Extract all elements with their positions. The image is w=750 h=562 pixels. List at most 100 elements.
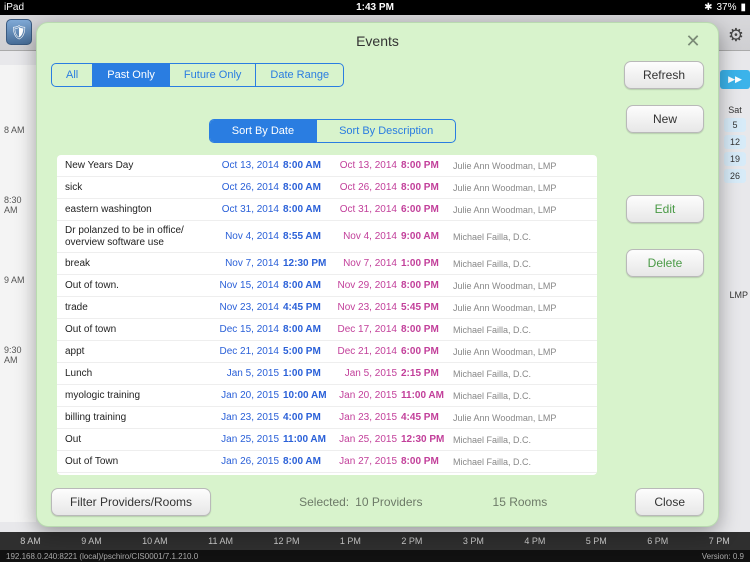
event-start-time: 4:45 PM (279, 302, 329, 313)
hour-label: 9:30 AM (0, 345, 36, 365)
event-start-date: Dec 15, 2014 (215, 324, 279, 335)
event-end-time: 5:45 PM (397, 302, 447, 313)
footer-right: Version: 0.9 (702, 552, 744, 561)
event-row[interactable]: Out of TownJan 26, 20158:00 AMJan 27, 20… (57, 451, 597, 473)
event-row[interactable]: New Years DayOct 13, 20148:00 AMOct 13, … (57, 155, 597, 177)
weekday-label: Sat (720, 105, 750, 115)
filter-tab-future[interactable]: Future Only (170, 64, 256, 86)
event-row[interactable]: LunchJan 5, 20151:00 PMJan 5, 20152:15 P… (57, 363, 597, 385)
footer-info: Selected:10 Providers 15 Rooms (299, 495, 547, 509)
event-row[interactable]: apptDec 21, 20145:00 PMDec 21, 20146:00 … (57, 341, 597, 363)
status-bar: iPad 1:43 PM ✱ 37% ▮ (0, 0, 750, 15)
event-end-date: Jan 20, 2015 (329, 390, 397, 401)
event-who: Michael Failla, D.C. (447, 369, 589, 379)
event-start-date: Oct 31, 2014 (215, 204, 279, 215)
filter-tab-past[interactable]: Past Only (93, 64, 170, 86)
event-who: Julie Ann Woodman, LMP (447, 303, 589, 313)
event-desc: break (65, 258, 215, 270)
app-footer: 192.168.0.240:8221 (local)/pschiro/CIS00… (0, 550, 750, 562)
event-who: Julie Ann Woodman, LMP (447, 161, 589, 171)
event-row[interactable]: myologic trainingJan 20, 201510:00 AMJan… (57, 385, 597, 407)
event-end-date: Dec 21, 2014 (329, 346, 397, 357)
event-row[interactable]: Dr polanzed to be in office/ overview so… (57, 221, 597, 253)
tl: 12 PM (273, 536, 299, 546)
event-end-time: 6:00 PM (397, 346, 447, 357)
close-icon[interactable]: ✕ (682, 31, 704, 52)
lmp-label: LMP (729, 290, 748, 300)
event-desc: Out of Town (65, 456, 215, 468)
tl: 10 AM (142, 536, 168, 546)
cal-day[interactable]: 19 (724, 152, 746, 166)
cal-day[interactable]: 5 (724, 118, 746, 132)
cal-day[interactable]: 12 (724, 135, 746, 149)
event-end-time: 11:00 AM (397, 390, 447, 401)
app-logo-icon: 🛡 (6, 19, 32, 45)
event-row[interactable]: billing trainingJan 23, 20154:00 PMJan 2… (57, 407, 597, 429)
event-row[interactable]: OutJan 25, 201511:00 AMJan 25, 201512:30… (57, 429, 597, 451)
event-end-time: 1:00 PM (397, 258, 447, 269)
event-start-date: Jan 5, 2015 (215, 368, 279, 379)
event-end-date: Oct 26, 2014 (329, 182, 397, 193)
forward-icon[interactable]: ▶▶ (720, 70, 750, 89)
sort-tab-desc[interactable]: Sort By Description (317, 120, 455, 142)
close-button[interactable]: Close (635, 488, 704, 516)
event-row[interactable]: Out of town.Nov 15, 20148:00 AMNov 29, 2… (57, 275, 597, 297)
event-desc: Out (65, 434, 215, 446)
battery-icon: ▮ (740, 2, 746, 13)
event-end-time: 8:00 PM (397, 324, 447, 335)
event-end-time: 8:00 PM (397, 160, 447, 171)
events-list[interactable]: New Years DayOct 13, 20148:00 AMOct 13, … (57, 155, 597, 475)
status-carrier: iPad (4, 2, 24, 13)
event-row[interactable]: eastern washingtonOct 31, 20148:00 AMOct… (57, 199, 597, 221)
event-end-time: 12:30 PM (397, 434, 447, 445)
event-end-time: 6:00 PM (397, 204, 447, 215)
tl: 3 PM (463, 536, 484, 546)
event-desc: Out of town (65, 324, 215, 336)
gear-icon[interactable]: ⚙ (728, 25, 744, 46)
event-start-time: 8:00 AM (279, 324, 329, 335)
event-desc: billing training (65, 412, 215, 424)
event-end-date: Oct 13, 2014 (329, 160, 397, 171)
event-end-time: 2:15 PM (397, 368, 447, 379)
event-row[interactable]: tradeNov 23, 20144:45 PMNov 23, 20145:45… (57, 297, 597, 319)
event-start-time: 11:00 AM (279, 434, 329, 445)
selected-label: Selected: (299, 495, 349, 509)
event-desc: trade (65, 302, 215, 314)
event-row[interactable]: Out of townDec 15, 20148:00 AMDec 17, 20… (57, 319, 597, 341)
edit-button[interactable]: Edit (626, 195, 704, 223)
right-calendar-strip: ▶▶ Sat 5 12 19 26 LMP (720, 70, 750, 186)
event-desc: myologic training (65, 390, 215, 402)
event-who: Julie Ann Woodman, LMP (447, 281, 589, 291)
sort-tab-date[interactable]: Sort By Date (210, 120, 317, 142)
status-time: 1:43 PM (356, 2, 394, 13)
cal-day[interactable]: 26 (724, 169, 746, 183)
rooms-count: 15 Rooms (493, 495, 548, 509)
event-who: Julie Ann Woodman, LMP (447, 183, 589, 193)
tl: 6 PM (647, 536, 668, 546)
hour-label: 8 AM (0, 125, 36, 135)
bluetooth-icon: ✱ (704, 2, 712, 13)
event-end-date: Nov 23, 2014 (329, 302, 397, 313)
event-desc: Dr polanzed to be in office/ overview so… (65, 225, 215, 248)
hours-gutter: 8 AM 8:30 AM 9 AM 9:30 AM (0, 65, 36, 522)
event-row[interactable]: sickOct 26, 20148:00 AMOct 26, 20148:00 … (57, 177, 597, 199)
filter-providers-button[interactable]: Filter Providers/Rooms (51, 488, 211, 516)
event-who: Julie Ann Woodman, LMP (447, 205, 589, 215)
refresh-button[interactable]: Refresh (624, 61, 704, 89)
event-end-date: Dec 17, 2014 (329, 324, 397, 335)
tl: 4 PM (524, 536, 545, 546)
tl: 7 PM (709, 536, 730, 546)
event-row[interactable]: breakNov 7, 201412:30 PMNov 7, 20141:00 … (57, 253, 597, 275)
sort-segment: Sort By Date Sort By Description (209, 119, 457, 143)
delete-button[interactable]: Delete (626, 249, 704, 277)
event-end-date: Nov 4, 2014 (329, 231, 397, 242)
event-start-time: 8:55 AM (279, 231, 329, 242)
footer-left: 192.168.0.240:8221 (local)/pschiro/CIS00… (6, 552, 198, 561)
filter-tab-all[interactable]: All (52, 64, 93, 86)
event-start-time: 10:00 AM (279, 390, 329, 401)
event-start-time: 1:00 PM (279, 368, 329, 379)
filter-tab-range[interactable]: Date Range (256, 64, 343, 86)
event-start-date: Nov 7, 2014 (215, 258, 279, 269)
new-button[interactable]: New (626, 105, 704, 133)
event-end-time: 9:00 AM (397, 231, 447, 242)
